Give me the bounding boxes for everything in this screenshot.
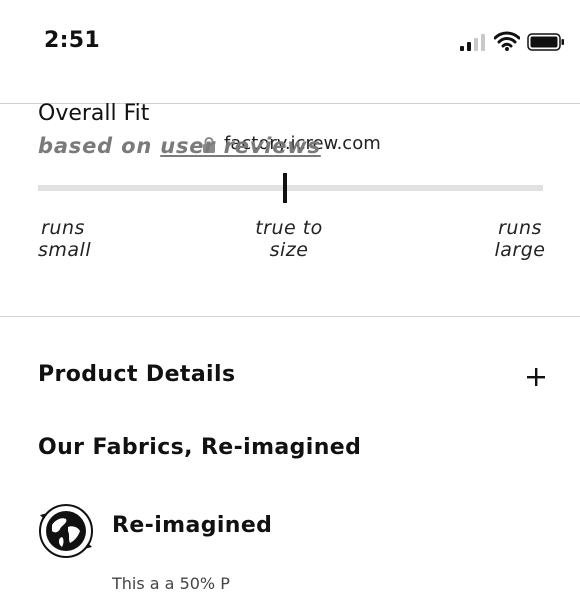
fit-label-runs-small: runs small: [38, 217, 92, 261]
section-divider: [0, 316, 580, 317]
fit-title: Overall Fit: [38, 101, 150, 126]
reimagined-label: Re-imagined: [112, 513, 273, 538]
fit-label-line: true to: [255, 217, 323, 239]
plus-icon[interactable]: [526, 367, 546, 387]
fit-label-line: runs: [498, 217, 542, 239]
fit-scale-marker: [283, 173, 288, 203]
status-time: 2:51: [44, 28, 100, 53]
product-details-label: Product Details: [38, 362, 236, 387]
user-reviews-link[interactable]: user reviews: [160, 134, 321, 158]
fit-label-line: runs: [41, 217, 85, 239]
fit-label-line: small: [38, 239, 92, 261]
url-bar[interactable]: factory.jcrew.com: [0, 64, 580, 154]
signal-icon: [460, 34, 485, 51]
globe-recycle-icon: [39, 504, 93, 558]
fit-label-true-to-size: true to size: [246, 217, 332, 261]
fit-label-line: large: [494, 239, 546, 261]
fit-subtitle-prefix: based on: [38, 134, 153, 158]
fit-scale-track: [38, 185, 543, 191]
fabrics-heading: Our Fabrics, Re-imagined: [38, 435, 362, 460]
wifi-icon: [494, 31, 520, 51]
status-bar: 2:51: [0, 0, 580, 64]
fit-label-runs-large: runs large: [488, 217, 552, 261]
product-details-accordion[interactable]: Product Details: [38, 362, 548, 396]
fit-subtitle: based on user reviews: [38, 134, 321, 158]
fit-label-line: size: [269, 239, 309, 261]
fabric-description-text: This a a 50% P: [112, 574, 230, 593]
battery-icon: [527, 33, 564, 51]
